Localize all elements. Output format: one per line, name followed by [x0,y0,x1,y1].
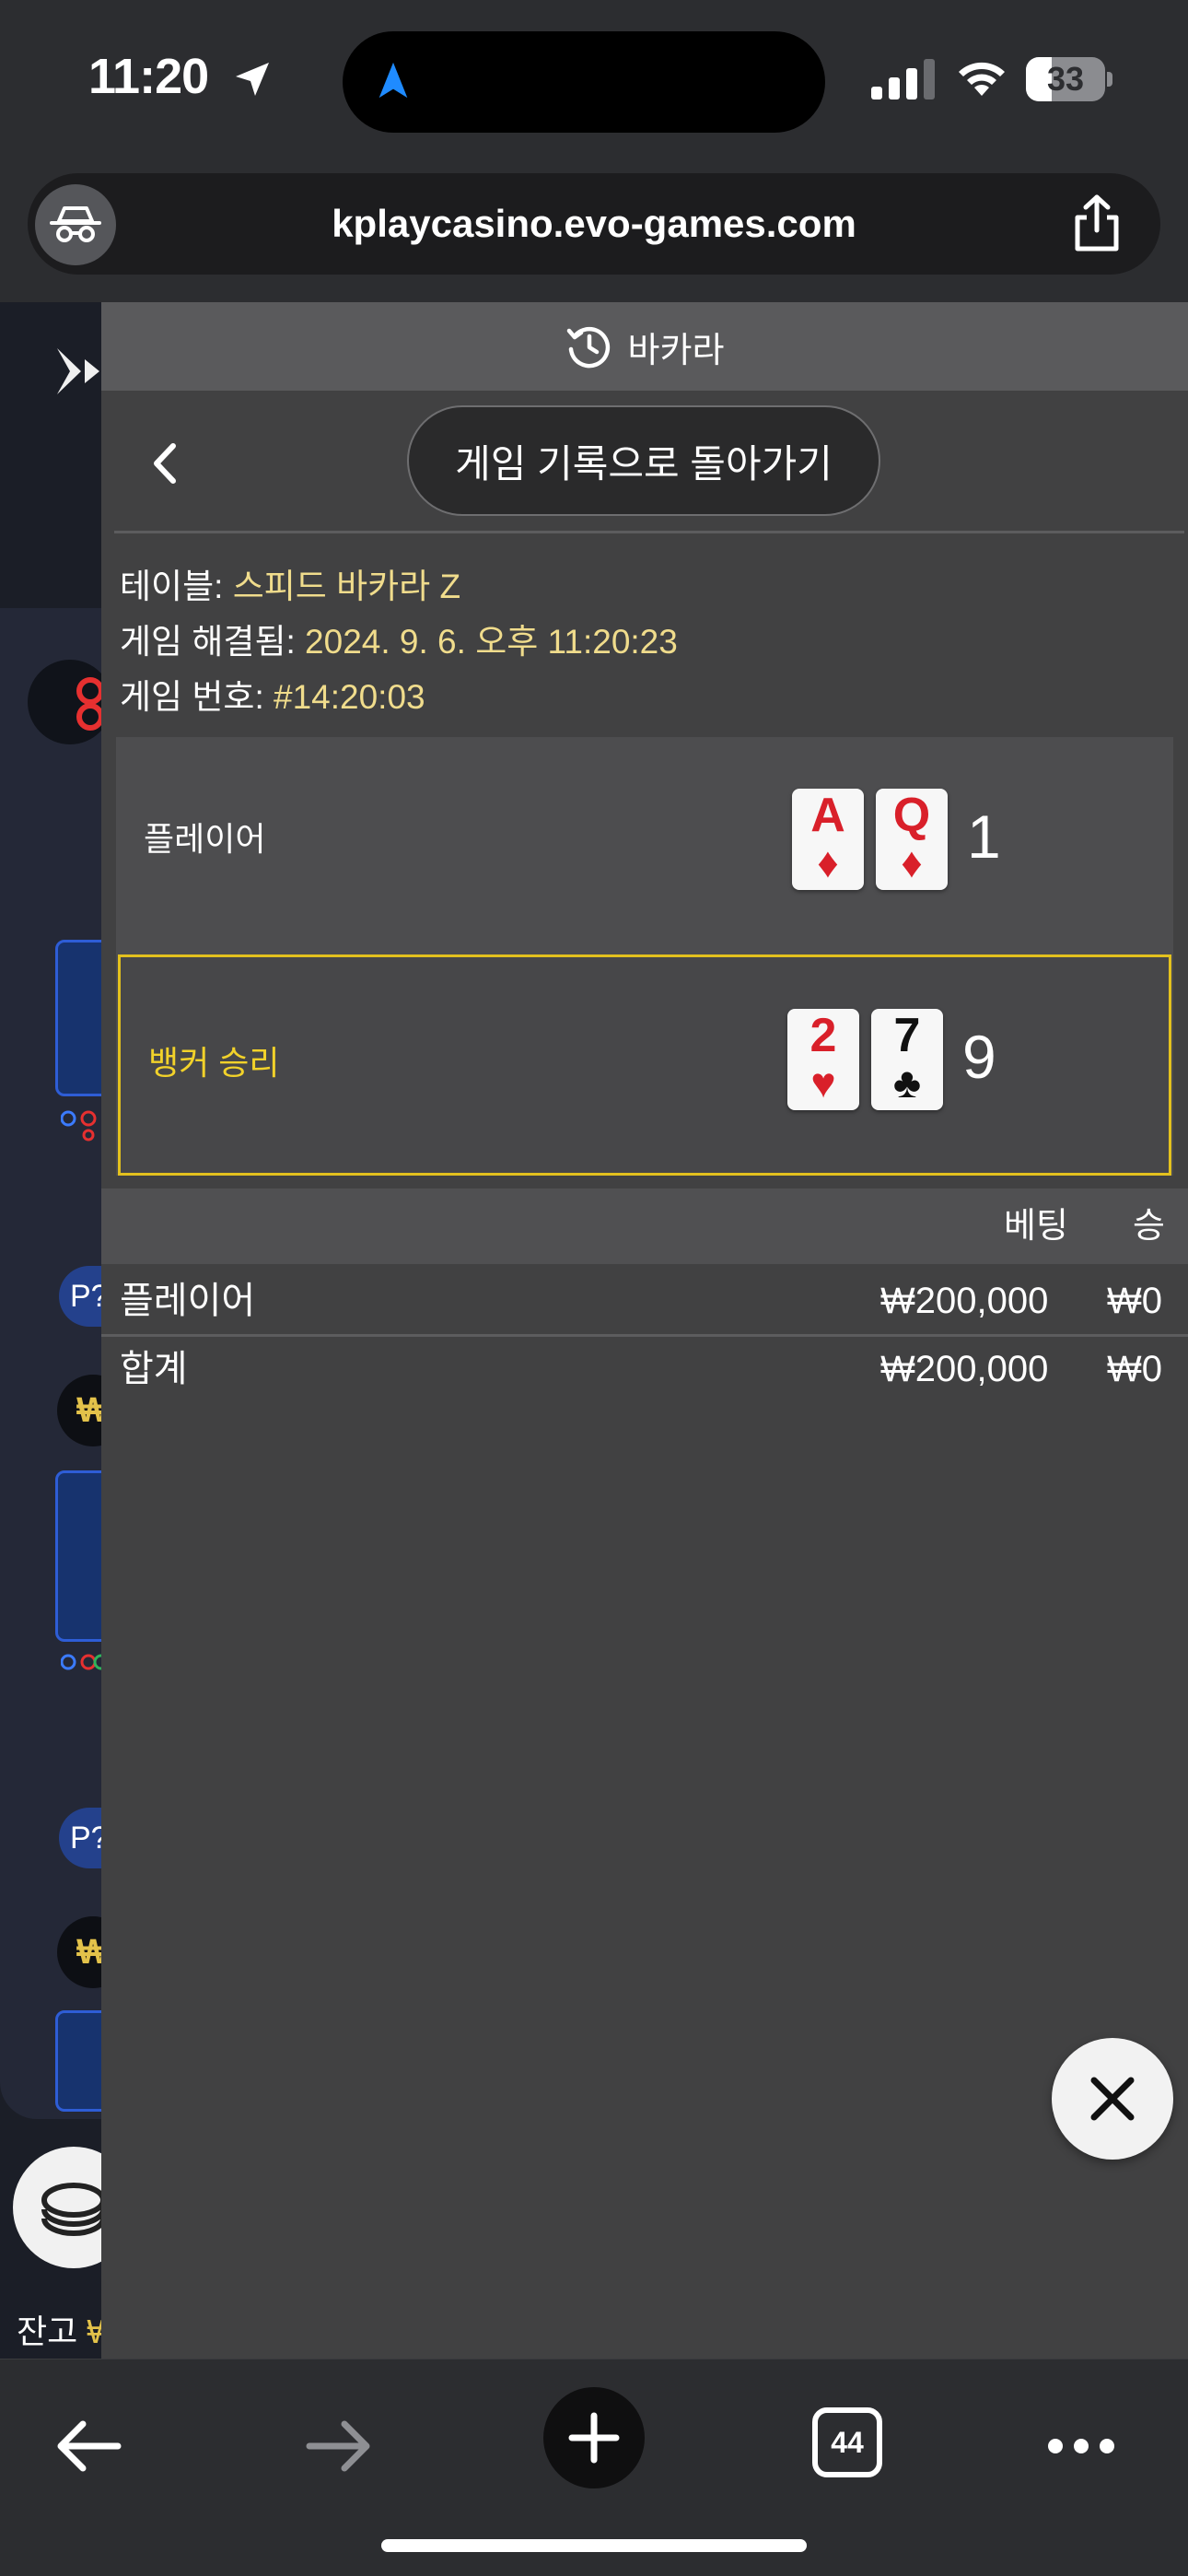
total-label: 합계 [120,1349,188,1389]
new-tab-button[interactable] [543,2387,645,2488]
info-resolved-value: 2024. 9. 6. 오후 11:20:23 [305,623,678,661]
share-icon[interactable] [1066,193,1127,254]
location-arrow-icon [236,63,269,96]
card-rank: Q [892,789,931,842]
battery-percent: 33 [1046,60,1085,98]
info-resolved-label: 게임 해결됨: [120,623,306,661]
playing-card: A ♦ [792,789,864,890]
banker-result-row: 뱅커 승리 2 ♥ 7 ♣ 9 [118,954,1171,1176]
playing-card: 7 ♣ [871,1009,943,1110]
incognito-icon [50,206,101,242]
player-score: 1 [967,802,1001,871]
back-to-history-button[interactable]: 게임 기록으로 돌아가기 [407,405,880,516]
close-x-icon [1090,2077,1135,2121]
status-bar: 11:20 33 [0,0,1188,166]
close-button[interactable] [1052,2038,1173,2160]
column-header-bet: 베팅 [1004,1207,1068,1246]
card-rank: 2 [809,1009,837,1062]
status-time: 11:20 [88,49,209,104]
bets-table-header: 베팅 승 [101,1188,1188,1264]
more-dots-icon [1048,2439,1114,2453]
info-game-number: 게임 번호: #14:20:03 [120,669,425,719]
panel-title: 바카라 [627,331,725,370]
navigation-arrow-icon [379,62,408,99]
divider [114,531,1184,533]
info-game-number-label: 게임 번호: [120,678,274,716]
player-result-row: 플레이어 A ♦ Q ♦ 1 [116,737,1173,951]
total-row: 합계 ₩200,000 ₩0 [101,1336,1188,1402]
balance-label: 잔고 [17,2313,87,2350]
banker-score: 9 [962,1023,996,1091]
evolution-logo-icon [57,348,99,394]
privacy-button[interactable] [35,184,116,265]
chip-stack-icon [41,2183,106,2236]
bet-amount: ₩200,000 [880,1281,1049,1321]
url-text[interactable]: kplaycasino.evo-games.com [28,173,1160,275]
more-button[interactable] [1030,2395,1133,2498]
card-suit: ♥ [810,1059,836,1107]
info-table-label: 테이블: [120,568,233,605]
chevron-left-icon[interactable] [144,439,190,488]
card-suit: ♦ [901,838,923,886]
total-bet: ₩200,000 [880,1349,1049,1389]
cellular-signal-icon [871,59,935,100]
info-table: 테이블: 스피드 바카라 Z [120,558,460,608]
info-table-value: 스피드 바카라 Z [232,568,461,605]
banker-label: 뱅커 승리 [148,1044,280,1082]
tabs-button[interactable]: 44 [812,2407,882,2477]
playing-card: 2 ♥ [787,1009,859,1110]
address-bar[interactable]: kplaycasino.evo-games.com [28,173,1160,275]
win-amount: ₩0 [1107,1281,1162,1321]
bet-name: 플레이어 [120,1281,256,1321]
home-indicator [381,2539,807,2552]
battery-indicator: 33 [1026,57,1114,101]
history-clock-icon [566,326,610,369]
column-header-win: 승 [1133,1207,1165,1246]
table-row: 플레이어 ₩200,000 ₩0 [101,1268,1188,1334]
forward-button[interactable] [287,2395,390,2498]
arrow-left-icon [57,2420,122,2472]
info-resolved: 게임 해결됨: 2024. 9. 6. 오후 11:20:23 [120,614,678,663]
plus-icon [568,2412,620,2464]
card-rank: 7 [893,1009,921,1062]
info-game-number-value: #14:20:03 [274,678,425,716]
result-block: 플레이어 A ♦ Q ♦ 1 뱅커 승리 2 ♥ 7 ♣ 9 [116,737,1173,1176]
dynamic-island [343,31,825,133]
card-suit: ♣ [892,1059,922,1107]
player-label: 플레이어 [144,820,266,858]
total-win: ₩0 [1107,1349,1162,1389]
wifi-icon [959,62,1005,96]
playing-card: Q ♦ [876,789,948,890]
game-history-panel: 바카라 게임 기록으로 돌아가기 테이블: 스피드 바카라 Z 게임 해결됨: … [101,302,1188,2359]
card-rank: A [810,789,845,842]
card-suit: ♦ [817,838,839,886]
panel-header: 바카라 [101,302,1188,391]
back-button[interactable] [37,2395,140,2498]
arrow-right-icon [306,2420,370,2472]
